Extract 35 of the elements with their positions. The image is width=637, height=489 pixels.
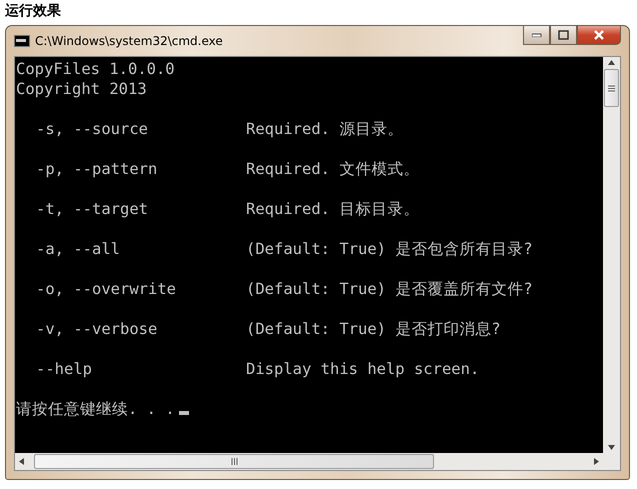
horizontal-scrollbar[interactable] [15,453,603,470]
section-heading: 运行效果 [5,3,62,21]
option-label: --help [36,359,93,379]
close-icon [593,30,605,40]
maximize-icon [558,30,569,40]
close-button[interactable] [577,26,621,45]
option-description: (Default: True) 是否覆盖所有文件? [246,279,533,299]
option-label: -p, --pattern [36,159,158,179]
console-line: Copyright 2013 [16,79,148,99]
scroll-down-icon[interactable] [608,445,615,450]
window-title: C:\Windows\system32\cmd.exe [35,34,224,48]
option-description: Required. 源目录。 [246,119,404,139]
scroll-left-icon[interactable] [19,458,24,465]
console-prompt: 请按任意键继续. . . [16,399,175,419]
option-label: -a, --all [36,239,121,259]
option-label: -o, --overwrite [36,279,177,299]
option-label: -s, --source [36,119,149,139]
option-description: Required. 文件模式。 [246,159,420,179]
scroll-up-icon[interactable] [608,60,615,65]
scroll-right-icon[interactable] [594,458,599,465]
minimize-icon [532,33,542,37]
option-label: -v, --verbose [36,319,158,339]
minimize-button[interactable] [523,26,550,45]
option-description: Display this help screen. [246,359,480,379]
option-description: (Default: True) 是否包含所有目录? [246,239,533,259]
console-line: CopyFiles 1.0.0.0 [16,59,176,79]
console-app-icon [14,35,30,47]
scrollbar-thumb[interactable] [34,454,434,469]
option-label: -t, --target [36,199,149,219]
option-description: Required. 目标目录。 [246,199,420,219]
maximize-button[interactable] [550,26,577,45]
scrollbar-thumb[interactable] [604,69,619,107]
option-description: (Default: True) 是否打印消息? [246,319,501,339]
text-cursor [178,411,189,415]
vertical-scrollbar[interactable] [603,57,620,453]
